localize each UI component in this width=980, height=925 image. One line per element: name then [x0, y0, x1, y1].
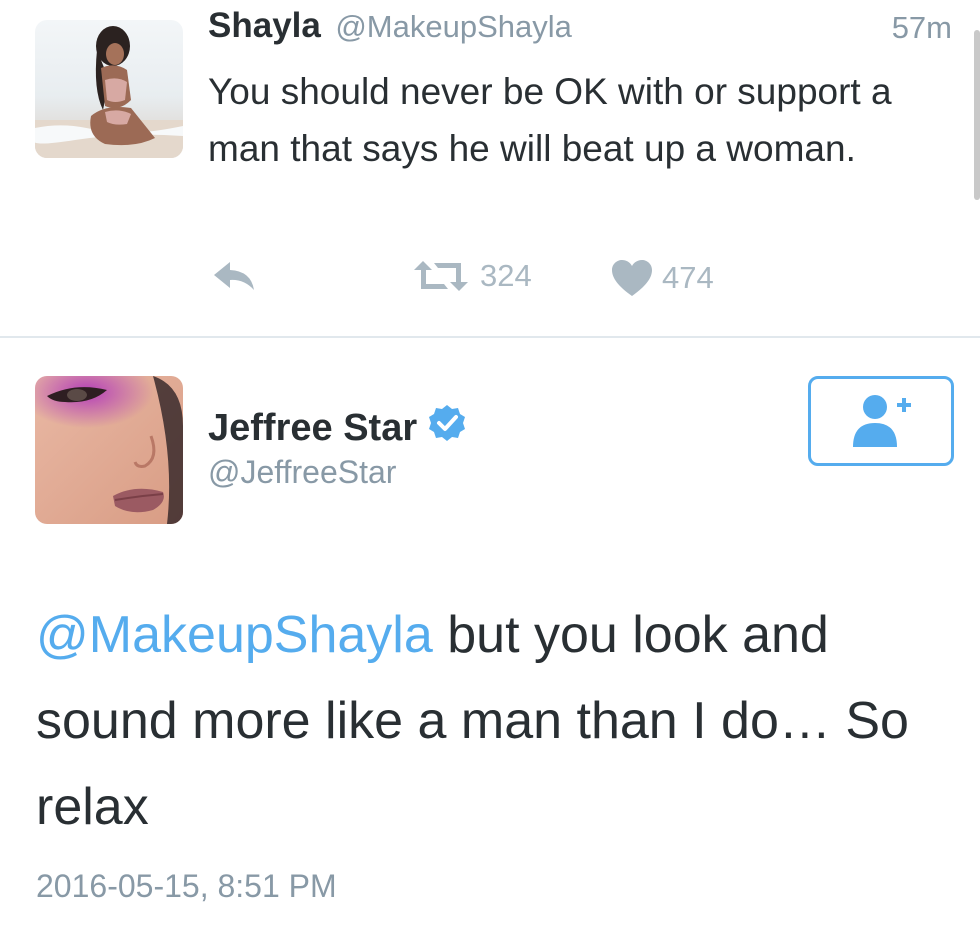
heart-icon: [612, 260, 652, 296]
reply-icon: [214, 262, 254, 290]
reply-context-tweet[interactable]: Shayla @MakeupShayla 57m You should neve…: [0, 0, 980, 336]
author-name-row: Jeffree Star: [208, 403, 467, 453]
tweet-text: You should never be OK with or support a…: [208, 71, 892, 169]
tweet-timestamp[interactable]: 2016-05-15, 8:51 PM: [36, 868, 337, 905]
reply-button[interactable]: [210, 258, 260, 294]
tweet-time[interactable]: 57m: [892, 10, 952, 46]
mention-link[interactable]: @MakeupShayla: [36, 606, 433, 664]
follow-button[interactable]: [808, 376, 954, 466]
verified-badge-icon: [427, 403, 467, 453]
author-handle[interactable]: @MakeupShayla: [335, 9, 572, 44]
author-name[interactable]: Jeffree Star: [208, 407, 417, 450]
retweet-button[interactable]: 324: [410, 258, 532, 294]
add-user-icon: [853, 395, 911, 447]
scrollbar[interactable]: [974, 30, 980, 200]
tweet1-header: Shayla @MakeupShayla: [208, 6, 572, 46]
tweet-text: @MakeupShayla but you look and sound mor…: [36, 592, 966, 850]
retweet-icon: [414, 261, 468, 291]
shayla-avatar[interactable]: [35, 20, 183, 158]
tweet-divider: [0, 336, 980, 338]
like-count: 474: [662, 260, 714, 295]
author-handle[interactable]: @JeffreeStar: [208, 454, 396, 491]
author-name[interactable]: Shayla: [208, 6, 321, 45]
jeffree-avatar[interactable]: [35, 376, 183, 524]
retweet-count: 324: [480, 258, 532, 293]
like-button[interactable]: 474: [610, 258, 714, 298]
